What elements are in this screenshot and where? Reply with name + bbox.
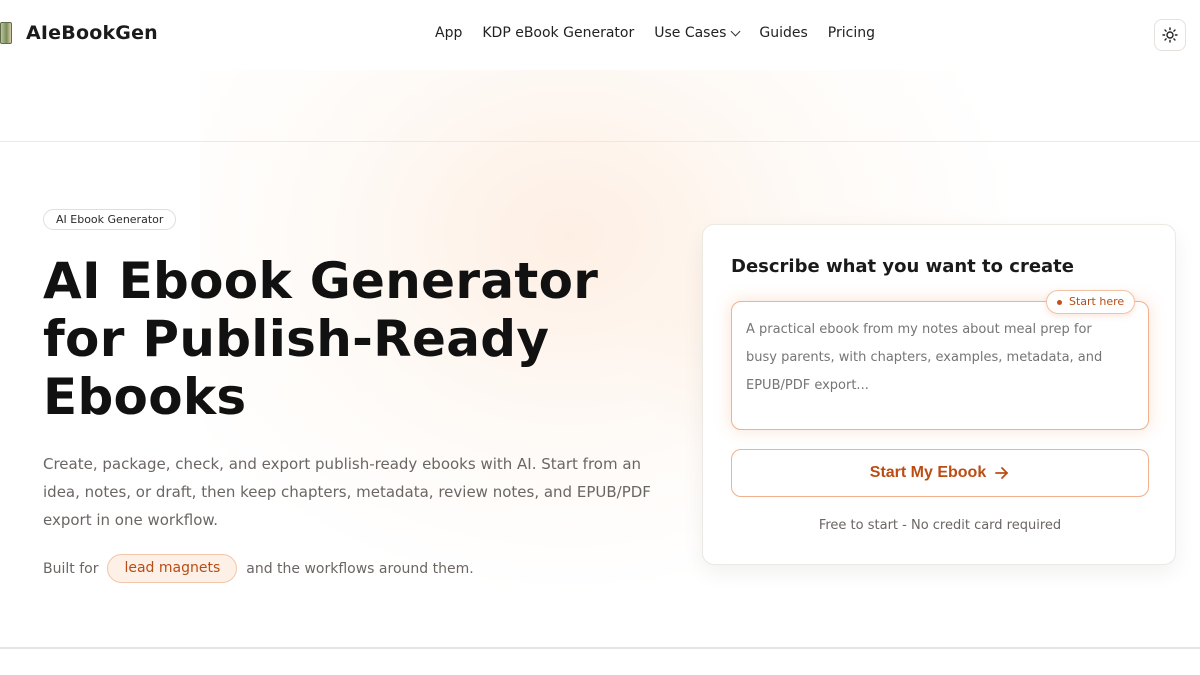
nav-label: KDP eBook Generator [482,25,635,41]
ebook-prompt-input[interactable] [746,316,1126,412]
nav-item-guides[interactable]: Guides [759,25,807,41]
hero-title: AI Ebook Generator for Publish-Ready Ebo… [43,252,643,426]
nav-item-pricing[interactable]: Pricing [828,25,875,41]
built-for-suffix: and the workflows around them. [246,560,474,577]
main-nav: App KDP eBook Generator Use Cases Guides… [435,25,895,41]
built-for-prefix: Built for [43,560,99,577]
brand-name: AIeBookGen [26,22,158,44]
create-ebook-card: Describe what you want to create Start h… [702,224,1176,565]
prompt-field-wrapper [731,301,1149,430]
site-header: AIeBookGen App KDP eBook Generator Use C… [0,0,1200,70]
start-here-badge: Start here [1046,290,1136,314]
start-here-label: Start here [1069,295,1125,308]
book-logo-icon [0,22,12,44]
nav-item-app[interactable]: App [435,25,462,41]
hero-badge: AI Ebook Generator [43,209,177,230]
nav-label: Pricing [827,25,875,41]
nav-label: Guides [759,25,808,41]
theme-toggle-button[interactable] [1154,19,1186,51]
hero-title-line: AI Ebook Generator [43,252,599,310]
start-my-ebook-button[interactable]: Start My Ebook [731,449,1149,497]
dot-icon [1057,300,1062,305]
nav-item-kdp-ebook-generator[interactable]: KDP eBook Generator [482,25,634,41]
section-divider-bottom [0,647,1200,649]
hero-title-line: Ebooks [43,368,247,426]
nav-item-use-cases[interactable]: Use Cases [654,25,741,41]
hero-title-line: for Publish-Ready [43,310,550,368]
free-to-start-note: Free to start - No credit card required [818,518,1062,533]
cta-label: Start My Ebook [869,464,987,481]
section-divider [0,141,1200,142]
arrow-right-icon [994,466,1010,480]
brand-logo[interactable]: AIeBookGen [0,22,158,44]
chevron-down-icon [730,26,741,36]
sun-icon [1162,27,1178,43]
built-for-row: Built for lead magnets and the workflows… [43,554,474,583]
card-title: Describe what you want to create [731,256,1074,277]
nav-label: App [435,25,463,41]
hero-description: Create, package, check, and export publi… [43,455,651,529]
nav-label: Use Cases [654,25,727,41]
use-case-pill[interactable]: lead magnets [107,554,238,583]
